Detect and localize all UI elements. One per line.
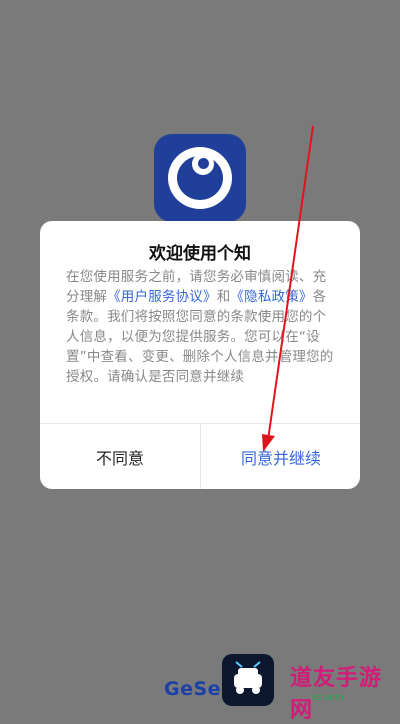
car-icon [222,654,274,706]
privacy-dialog: 欢迎使用个知 在您使用服务之前，请您务必审慎阅读、充分理解《用户服务协议》和《隐… [40,221,360,489]
privacy-policy-link[interactable]: 《隐私政策》 [230,289,312,305]
lens-ring [168,147,232,209]
dialog-body: 在您使用服务之前，请您务必审慎阅读、充分理解《用户服务协议》和《隐私政策》各条款… [66,267,336,387]
app-logo-icon [154,134,246,222]
body-text-2: 和 [216,289,231,305]
dialog-title: 欢迎使用个知 [149,244,251,264]
watermark-text: 道友手游网 [290,666,383,723]
watermark-subtext: sz.com [312,693,344,703]
disagree-button[interactable]: 不同意 [40,424,200,489]
agree-continue-button[interactable]: 同意并继续 [200,424,360,489]
user-agreement-link[interactable]: 《用户服务协议》 [107,289,217,305]
